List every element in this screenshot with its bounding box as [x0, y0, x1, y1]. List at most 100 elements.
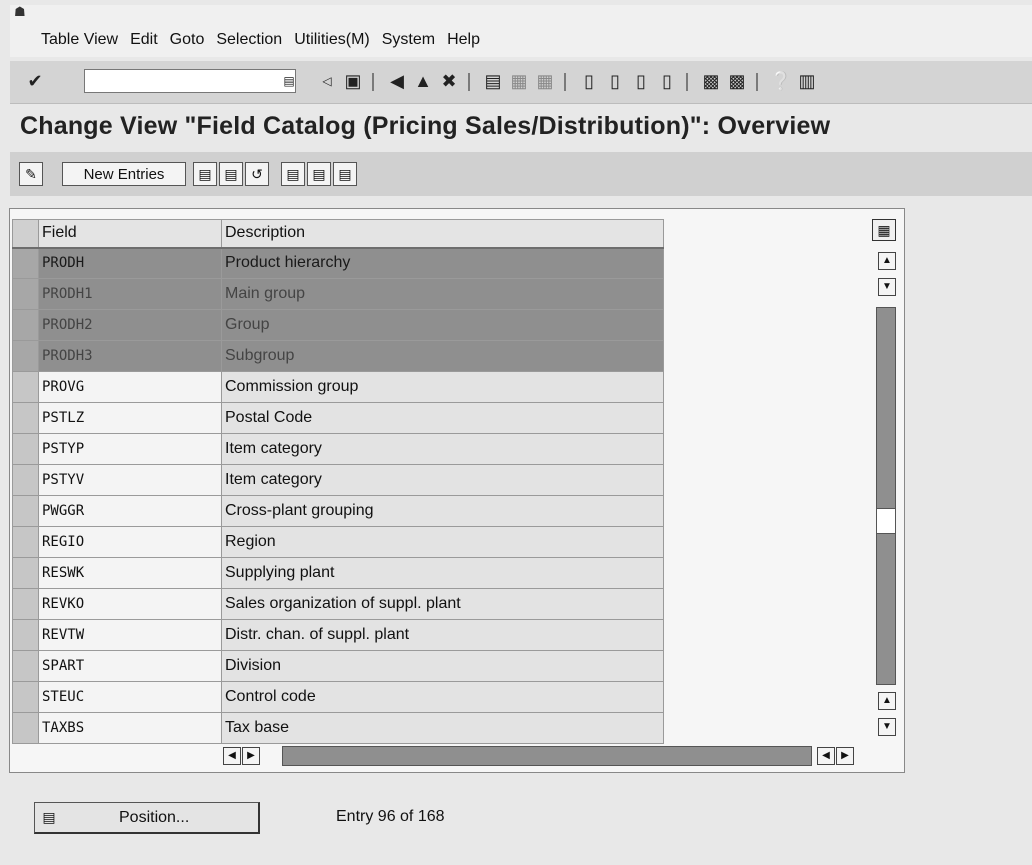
field-cell[interactable]: PSTLZ: [38, 402, 222, 434]
history-icon[interactable]: ▤: [278, 70, 300, 92]
row-selector[interactable]: [12, 588, 39, 620]
scroll-left-button[interactable]: ◀: [223, 747, 241, 765]
previous-page-icon[interactable]: ▯: [604, 70, 626, 92]
table-row[interactable]: PRODH Product hierarchy: [12, 247, 664, 279]
position-button[interactable]: ▤ Position...: [34, 802, 260, 834]
table-row[interactable]: PRODH1 Main group: [12, 278, 664, 310]
first-page-icon[interactable]: ▯: [578, 70, 600, 92]
description-cell[interactable]: Region: [221, 526, 664, 558]
command-field[interactable]: [84, 69, 296, 93]
scroll-up-page-button[interactable]: ▲: [878, 252, 896, 270]
table-row[interactable]: TAXBS Tax base: [12, 712, 664, 744]
row-selector[interactable]: [12, 557, 39, 589]
scroll-up-button[interactable]: ▲: [878, 692, 896, 710]
field-cell[interactable]: PRODH1: [38, 278, 222, 310]
description-cell[interactable]: Item category: [221, 464, 664, 496]
last-page-icon[interactable]: ▯: [656, 70, 678, 92]
description-cell[interactable]: Control code: [221, 681, 664, 713]
description-cell[interactable]: Cross-plant grouping: [221, 495, 664, 527]
row-selector[interactable]: [12, 340, 39, 372]
menu-expand-icon[interactable]: ☗: [14, 5, 28, 18]
scroll-left-end-button[interactable]: ◀: [817, 747, 835, 765]
menu-help[interactable]: Help: [447, 31, 480, 51]
scroll-down-button[interactable]: ▼: [878, 718, 896, 736]
menu-system[interactable]: System: [382, 31, 435, 51]
table-row[interactable]: PSTYP Item category: [12, 433, 664, 465]
menu-table-view[interactable]: Table View: [41, 31, 118, 51]
row-selector[interactable]: [12, 712, 39, 744]
table-row[interactable]: PSTYV Item category: [12, 464, 664, 496]
description-cell[interactable]: Supplying plant: [221, 557, 664, 589]
field-cell[interactable]: TAXBS: [38, 712, 222, 744]
field-cell[interactable]: PSTYP: [38, 433, 222, 465]
row-selector[interactable]: [12, 495, 39, 527]
field-cell[interactable]: REGIO: [38, 526, 222, 558]
table-settings-icon[interactable]: ▦: [872, 219, 896, 241]
vertical-scroll-track[interactable]: [876, 307, 896, 685]
table-row[interactable]: RESWK Supplying plant: [12, 557, 664, 589]
scroll-right-end-button[interactable]: ▶: [836, 747, 854, 765]
layout-icon[interactable]: ▥: [796, 70, 818, 92]
enter-icon[interactable]: ✔: [24, 70, 46, 92]
help-icon[interactable]: ❔: [770, 70, 792, 92]
menu-edit[interactable]: Edit: [130, 31, 158, 51]
table-row[interactable]: REVTW Distr. chan. of suppl. plant: [12, 619, 664, 651]
description-cell[interactable]: Sales organization of suppl. plant: [221, 588, 664, 620]
cancel-icon[interactable]: ✖: [438, 70, 460, 92]
select-all-icon[interactable]: ▤: [281, 162, 305, 186]
select-all-rows-cell[interactable]: [12, 219, 39, 249]
next-page-icon[interactable]: ▯: [630, 70, 652, 92]
field-cell[interactable]: PROVG: [38, 371, 222, 403]
table-row[interactable]: PRODH2 Group: [12, 309, 664, 341]
row-selector[interactable]: [12, 464, 39, 496]
table-row[interactable]: REGIO Region: [12, 526, 664, 558]
select-block-icon[interactable]: ▤: [307, 162, 331, 186]
field-cell[interactable]: REVTW: [38, 619, 222, 651]
description-cell[interactable]: Commission group: [221, 371, 664, 403]
deselect-all-icon[interactable]: ▤: [333, 162, 357, 186]
field-cell[interactable]: REVKO: [38, 588, 222, 620]
menu-utilities[interactable]: Utilities(M): [294, 31, 370, 51]
row-selector[interactable]: [12, 278, 39, 310]
description-cell[interactable]: Postal Code: [221, 402, 664, 434]
table-row[interactable]: PROVG Commission group: [12, 371, 664, 403]
scroll-right-button[interactable]: ▶: [242, 747, 260, 765]
field-cell[interactable]: PRODH3: [38, 340, 222, 372]
back-arrow-icon[interactable]: ◁: [316, 70, 338, 92]
field-cell[interactable]: PRODH2: [38, 309, 222, 341]
row-selector[interactable]: [12, 526, 39, 558]
undo-change-icon[interactable]: ↺: [245, 162, 269, 186]
row-selector[interactable]: [12, 371, 39, 403]
menu-goto[interactable]: Goto: [170, 31, 205, 51]
field-cell[interactable]: RESWK: [38, 557, 222, 589]
field-cell[interactable]: PSTYV: [38, 464, 222, 496]
column-header-description[interactable]: Description: [221, 219, 664, 249]
row-selector[interactable]: [12, 650, 39, 682]
find-icon[interactable]: ▦: [508, 70, 530, 92]
table-row[interactable]: REVKO Sales organization of suppl. plant: [12, 588, 664, 620]
table-row[interactable]: PRODH3 Subgroup: [12, 340, 664, 372]
description-cell[interactable]: Distr. chan. of suppl. plant: [221, 619, 664, 651]
new-entries-button[interactable]: New Entries: [62, 162, 186, 186]
table-row[interactable]: PSTLZ Postal Code: [12, 402, 664, 434]
row-selector[interactable]: [12, 619, 39, 651]
find-next-icon[interactable]: ▦: [534, 70, 556, 92]
description-cell[interactable]: Product hierarchy: [221, 247, 664, 279]
copy-as-icon[interactable]: ▤: [193, 162, 217, 186]
field-cell[interactable]: SPART: [38, 650, 222, 682]
row-selector[interactable]: [12, 247, 39, 279]
description-cell[interactable]: Tax base: [221, 712, 664, 744]
description-cell[interactable]: Group: [221, 309, 664, 341]
column-header-field[interactable]: Field: [38, 219, 222, 249]
print-icon[interactable]: ▤: [482, 70, 504, 92]
table-row[interactable]: SPART Division: [12, 650, 664, 682]
row-selector[interactable]: [12, 681, 39, 713]
description-cell[interactable]: Division: [221, 650, 664, 682]
field-cell[interactable]: PWGGR: [38, 495, 222, 527]
field-cell[interactable]: STEUC: [38, 681, 222, 713]
description-cell[interactable]: Item category: [221, 433, 664, 465]
menu-selection[interactable]: Selection: [216, 31, 282, 51]
scroll-down-page-button[interactable]: ▼: [878, 278, 896, 296]
back-icon[interactable]: ◀: [386, 70, 408, 92]
save-icon[interactable]: ▣: [342, 70, 364, 92]
